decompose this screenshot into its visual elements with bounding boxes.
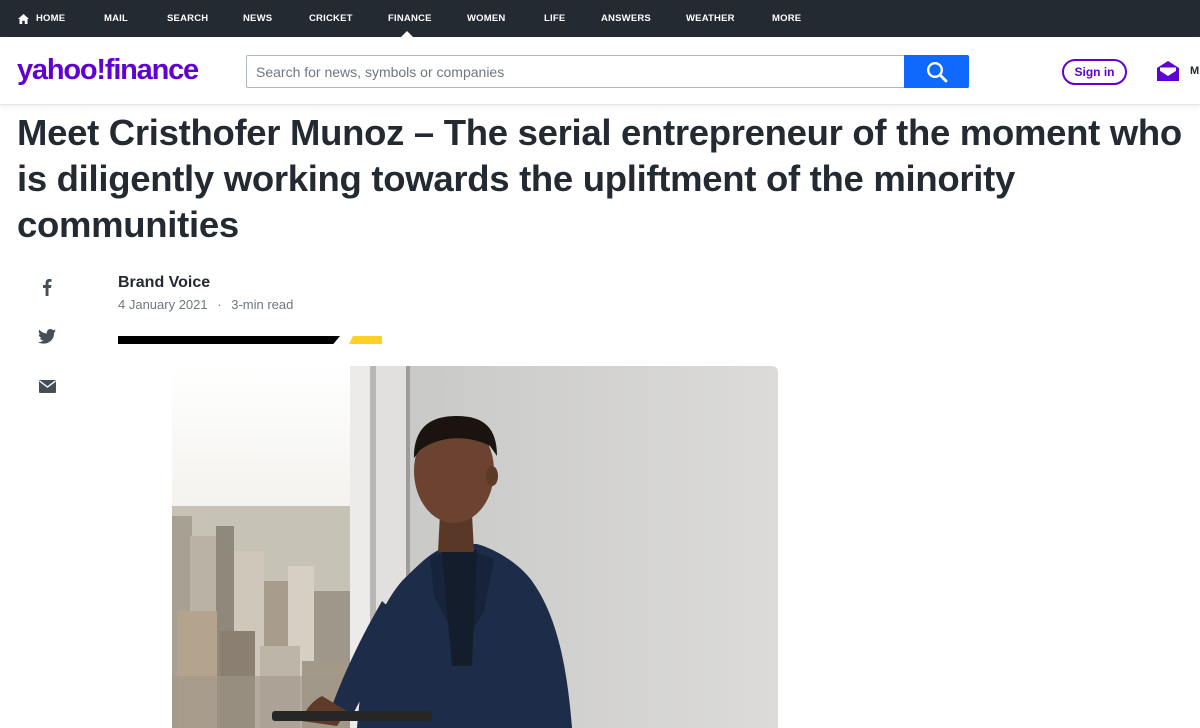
- top-navigation: HOME MAIL SEARCH NEWS CRICKET FINANCE WO…: [0, 0, 1200, 37]
- nav-item-label: SEARCH: [167, 13, 209, 24]
- nav-item-cricket[interactable]: CRICKET: [309, 13, 353, 24]
- nav-item-label: MORE: [772, 13, 802, 24]
- nav-item-answers[interactable]: ANSWERS: [601, 13, 651, 24]
- home-icon: [18, 13, 29, 24]
- search-input[interactable]: [246, 55, 905, 88]
- nav-item-weather[interactable]: WEATHER: [686, 13, 735, 24]
- article-date: 4 January 2021: [118, 297, 208, 312]
- mail-label[interactable]: M: [1190, 65, 1199, 77]
- nav-item-label: WOMEN: [467, 13, 506, 24]
- brand-voice-bar: [118, 336, 340, 344]
- nav-item-women[interactable]: WOMEN: [467, 13, 505, 24]
- share-facebook-button[interactable]: [36, 276, 58, 298]
- nav-item-life[interactable]: LIFE: [544, 13, 565, 24]
- nav-item-label: ANSWERS: [601, 13, 651, 24]
- meta-separator: ·: [217, 297, 222, 312]
- nav-item-label: CRICKET: [309, 13, 353, 24]
- share-email-button[interactable]: [36, 375, 58, 397]
- nav-item-label: NEWS: [243, 13, 273, 24]
- facebook-icon: [43, 279, 52, 296]
- article-author[interactable]: Brand Voice: [118, 274, 210, 292]
- nav-item-more[interactable]: MORE: [772, 13, 801, 24]
- share-twitter-button[interactable]: [36, 325, 58, 347]
- nav-item-label: WEATHER: [686, 13, 735, 24]
- nav-item-news[interactable]: NEWS: [243, 13, 272, 24]
- article-read-time: 3-min read: [231, 297, 294, 312]
- portrait-image: [172, 366, 778, 728]
- nav-item-label: LIFE: [544, 13, 566, 24]
- search-button[interactable]: [904, 55, 969, 88]
- article-photo: [172, 366, 778, 728]
- nav-item-search[interactable]: SEARCH: [167, 13, 208, 24]
- mail-icon[interactable]: [1156, 59, 1180, 83]
- sign-in-button[interactable]: Sign in: [1062, 59, 1127, 85]
- nav-item-home[interactable]: HOME: [18, 13, 65, 24]
- brand-voice-accent: [349, 336, 382, 344]
- article-meta: 4 January 2021 · 3-min read: [118, 297, 293, 312]
- article-headline: Meet Cristhofer Munoz – The serial entre…: [17, 112, 1182, 245]
- twitter-icon: [38, 328, 56, 344]
- search-icon: [926, 61, 947, 82]
- nav-item-finance[interactable]: FINANCE: [388, 13, 432, 24]
- yahoo-finance-logo[interactable]: yahoo!finance: [17, 54, 199, 87]
- nav-item-label: HOME: [36, 13, 66, 24]
- nav-item-label: FINANCE: [388, 13, 432, 24]
- nav-item-label: MAIL: [104, 13, 129, 24]
- email-icon: [38, 379, 56, 393]
- nav-item-mail[interactable]: MAIL: [104, 13, 128, 24]
- site-header: yahoo!finance Sign in M: [0, 37, 1200, 105]
